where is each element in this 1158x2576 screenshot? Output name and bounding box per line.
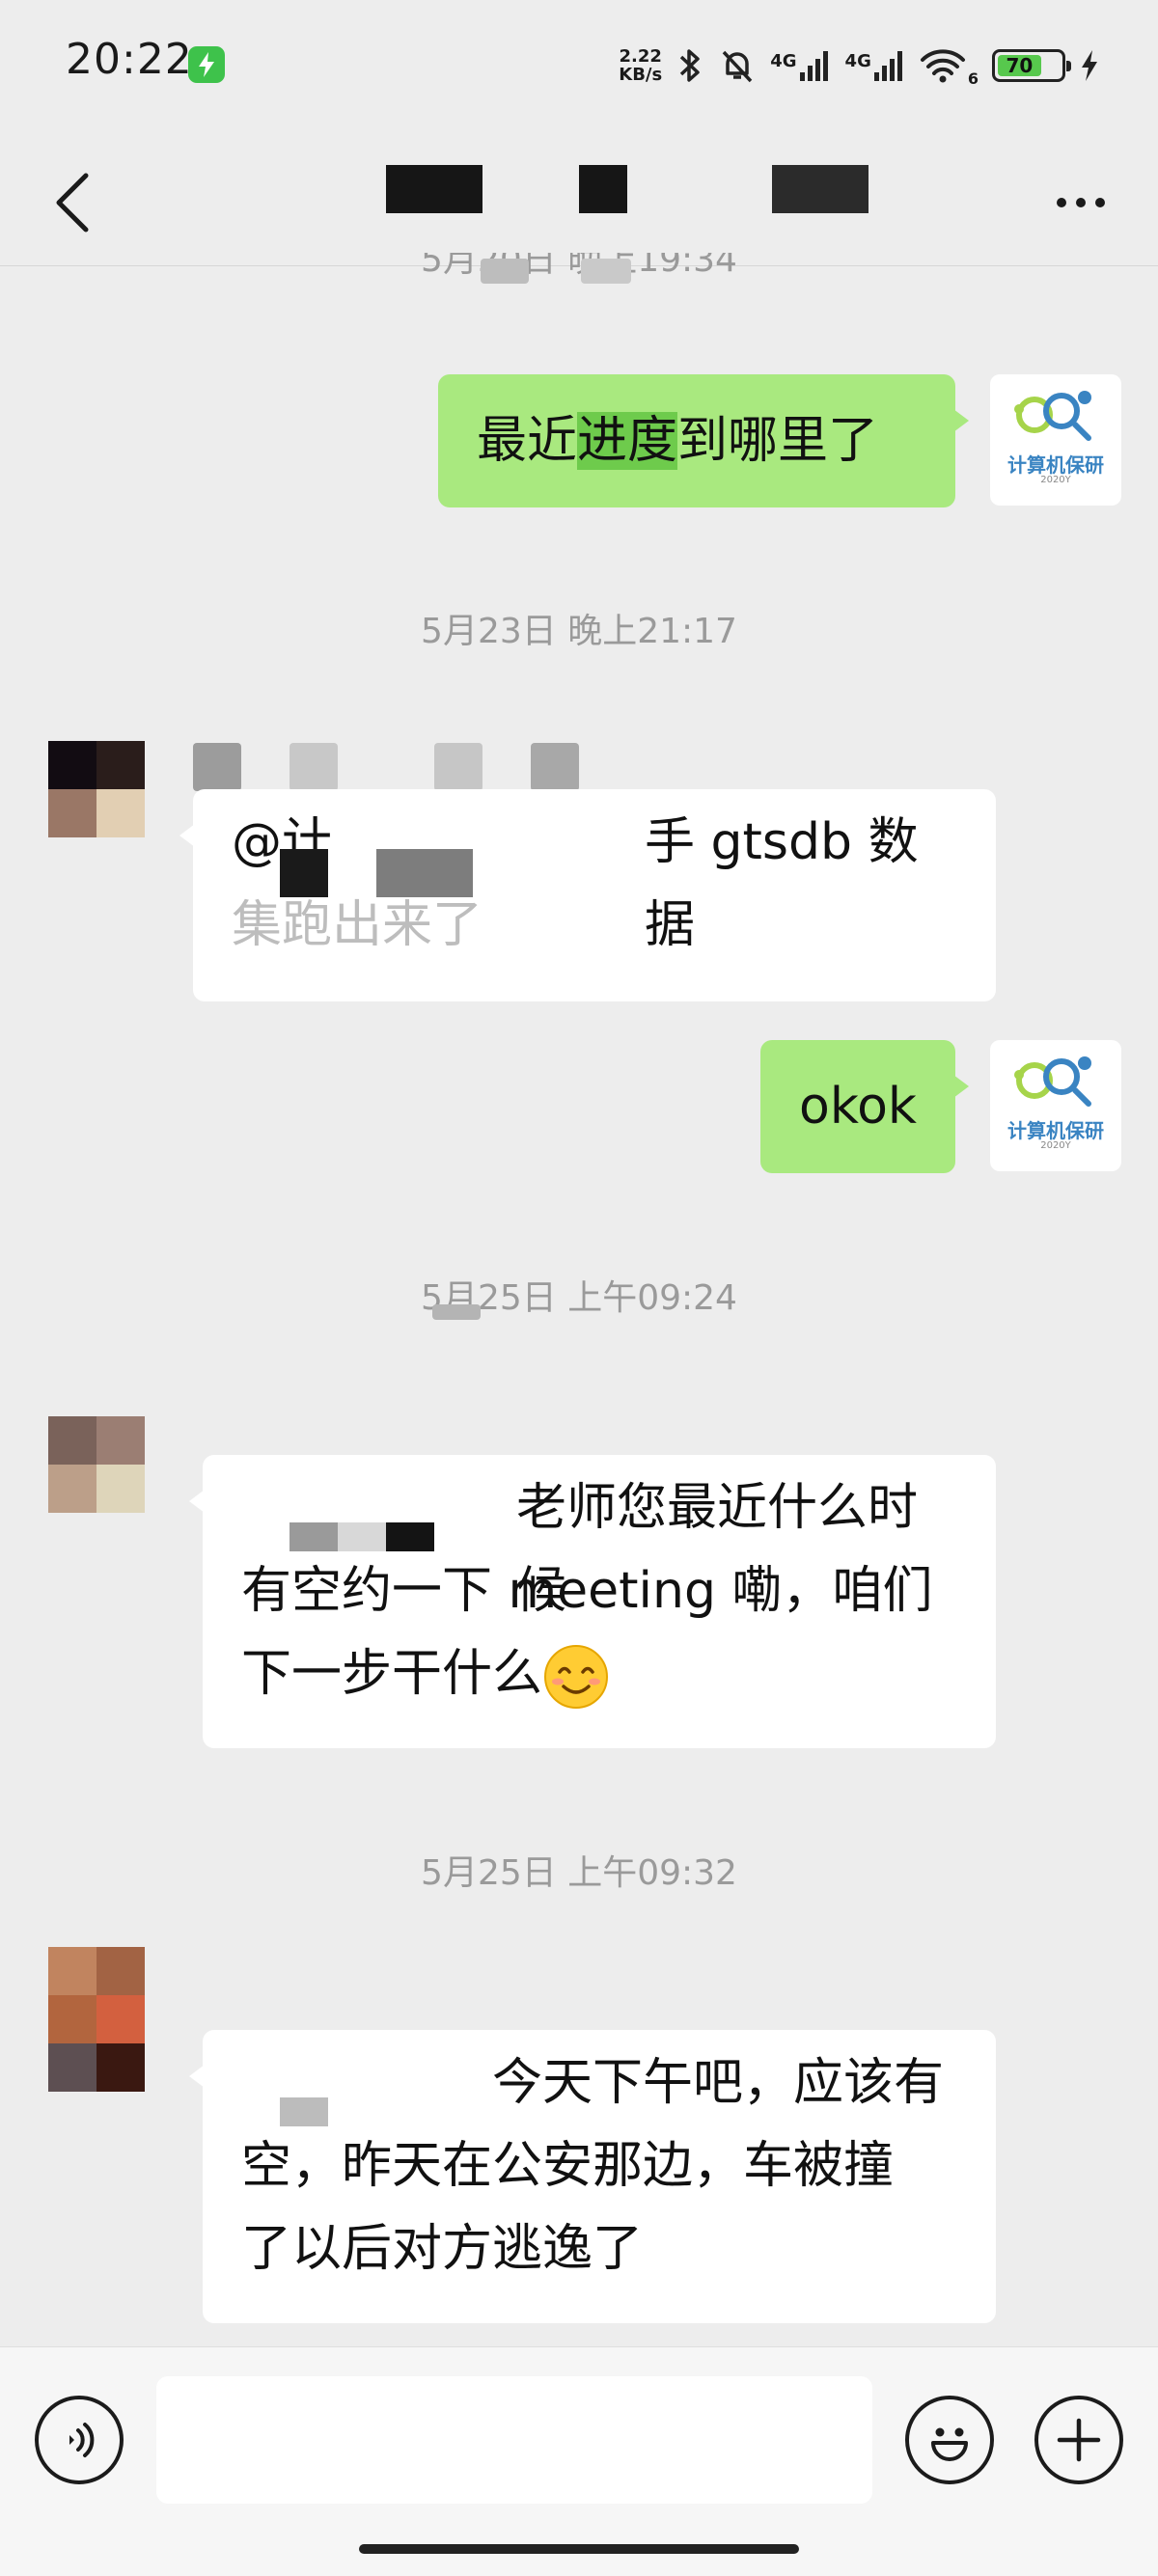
- avatar-caption: 计算机保研: [1007, 453, 1104, 477]
- avatar-subcaption: 2020Y: [1040, 1140, 1071, 1151]
- message-line: 空，昨天在公安那边，车被撞: [241, 2137, 895, 2195]
- signal-icon-1: 4G: [770, 49, 831, 82]
- text-highlight: 进度: [577, 412, 678, 470]
- back-button[interactable]: [39, 154, 106, 251]
- message-line: 了以后对方逃逸了: [241, 2220, 644, 2278]
- home-indicator[interactable]: [359, 2544, 799, 2554]
- voice-icon: [69, 2423, 95, 2457]
- battery-level: 70: [998, 54, 1041, 77]
- blur-patch: [432, 1304, 481, 1320]
- battery-icon: 70: [992, 49, 1071, 82]
- sender-name-redaction: [193, 743, 241, 791]
- message-line: 今天下午吧，应该有: [241, 2042, 957, 2126]
- message-line: 下一步干什么: [241, 1632, 957, 1715]
- plus-icon: [1057, 2418, 1101, 2462]
- timestamp-3: 5月25日 上午09:24: [421, 1278, 737, 1318]
- message-bubble-mine-1[interactable]: 最近进度到哪里了: [438, 374, 969, 507]
- logo-icon: [1014, 391, 1091, 441]
- wifi-icon: 6: [920, 47, 979, 88]
- contact-avatar-2[interactable]: [48, 1416, 145, 1513]
- plus-button[interactable]: [1034, 2396, 1123, 2484]
- net-speed: 2.22 KB/s: [619, 47, 662, 84]
- wifi-band: 6: [967, 69, 979, 88]
- text-redaction: [290, 1522, 338, 1551]
- timestamp-4: 5月25日 上午09:32: [421, 1853, 737, 1893]
- title-redaction-1: [386, 165, 482, 213]
- avatar-subcaption: 2020Y: [1040, 475, 1071, 485]
- more-button[interactable]: [1042, 174, 1119, 232]
- message-bubble-other-1[interactable]: @计 手 gtsdb 数据 集跑出来了: [179, 789, 996, 1001]
- message-line: 老师您最近什么时候: [241, 1466, 957, 1620]
- voice-button[interactable]: [35, 2396, 124, 2484]
- chat-screen: 20:22 2.22 KB/s 4G 4G 6 70 5月20日 晚上19:34…: [0, 0, 1158, 2576]
- timestamp-top: 5月20日 晚上19:34: [421, 253, 737, 280]
- sender-name-redaction: [290, 743, 338, 791]
- sender-name-redaction: [531, 743, 579, 791]
- message-bubble-mine-2[interactable]: okok: [760, 1040, 969, 1173]
- message-bubble-other-2[interactable]: 老师您最近什么时候 有空约一下 meeting 嘞，咱们 下一步干什么: [189, 1455, 996, 1748]
- title-redaction-3: [772, 165, 868, 213]
- emoji-button[interactable]: [905, 2396, 994, 2484]
- ellipsis-icon: [1057, 198, 1066, 207]
- mute-bell-icon: [718, 46, 757, 85]
- emoji-icon: [931, 2427, 968, 2461]
- status-icons: 2.22 KB/s 4G 4G 6 70: [619, 41, 1100, 91]
- status-bar: 20:22 2.22 KB/s 4G 4G 6 70: [0, 0, 1158, 135]
- message-bubble-other-3[interactable]: 今天下午吧，应该有 空，昨天在公安那边，车被撞 了以后对方逃逸了: [189, 2030, 996, 2323]
- contact-avatar-1[interactable]: [48, 741, 145, 837]
- text-redaction: [386, 1522, 434, 1551]
- blur-patch: [481, 259, 529, 284]
- avatar-caption: 计算机保研: [1007, 1119, 1104, 1142]
- net-type-2: 4G: [844, 51, 871, 71]
- message-line: @计 手 gtsdb 数据: [232, 813, 919, 954]
- logo-icon: [1014, 1056, 1091, 1107]
- my-avatar[interactable]: 计算机保研 2020Y: [990, 1040, 1121, 1171]
- my-avatar[interactable]: 计算机保研 2020Y: [990, 374, 1121, 506]
- message-text: 最近进度到哪里了: [477, 412, 879, 470]
- text-redaction: [338, 1522, 386, 1551]
- text-redaction: [280, 2097, 328, 2126]
- status-time: 20:22: [66, 35, 193, 84]
- timestamp-2: 5月23日 晚上21:17: [421, 612, 737, 651]
- net-speed-value: 2.22: [619, 46, 662, 67]
- smiling-face-emoji: [544, 1645, 609, 1709]
- message-text: okok: [799, 1078, 918, 1136]
- contact-avatar-3[interactable]: [48, 1947, 145, 2092]
- message-line: 集跑出来了: [232, 896, 483, 954]
- net-speed-unit: KB/s: [619, 65, 663, 85]
- sender-name-redaction: [434, 743, 482, 791]
- chevron-left-icon: [56, 173, 89, 233]
- title-redaction-2: [579, 165, 627, 213]
- chat-header: [0, 135, 1158, 270]
- net-type-1: 4G: [770, 51, 797, 71]
- charging-icon: [188, 46, 225, 83]
- bluetooth-icon: [676, 46, 704, 85]
- blur-patch: [581, 259, 631, 284]
- signal-icon-2: 4G: [845, 49, 906, 82]
- message-input[interactable]: [156, 2376, 872, 2504]
- charging-bolt-icon: [1079, 48, 1100, 83]
- input-bar: [0, 2346, 1158, 2576]
